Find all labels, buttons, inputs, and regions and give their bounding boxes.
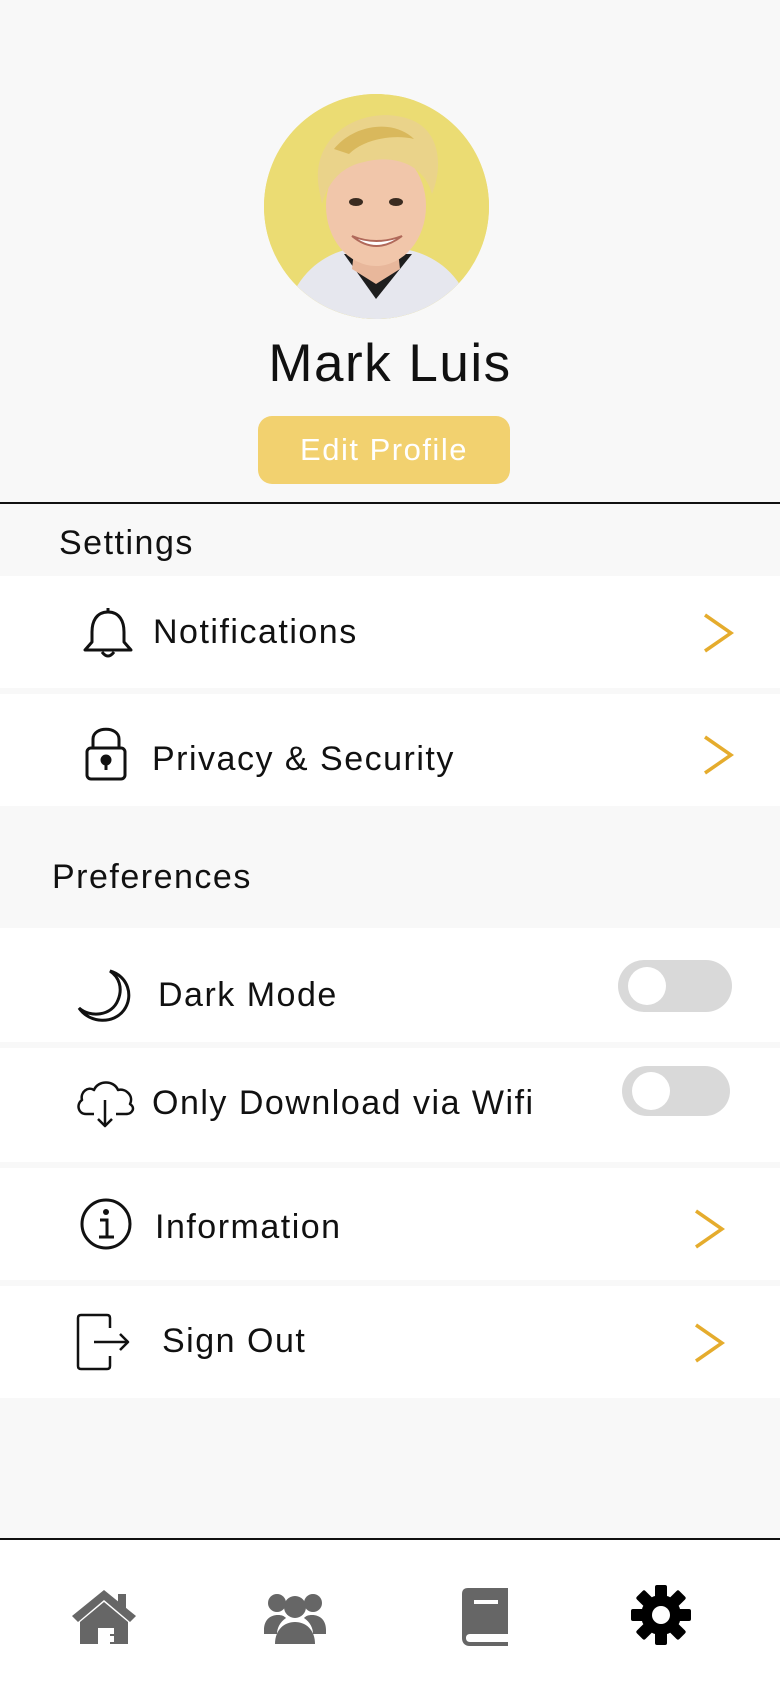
chevron-right-icon <box>702 734 735 781</box>
privacy-security-label: Privacy & Security <box>152 740 455 778</box>
bell-icon <box>82 604 134 667</box>
dark-mode-row: Dark Mode <box>0 928 780 1042</box>
settings-section-title: Settings <box>59 524 194 562</box>
header-divider <box>0 502 780 504</box>
book-icon[interactable] <box>460 1586 510 1651</box>
cloud-download-icon <box>74 1078 136 1135</box>
chevron-right-icon <box>693 1208 726 1255</box>
edit-profile-button[interactable]: Edit Profile <box>258 416 510 484</box>
wifi-download-row: Only Download via Wifi <box>0 1048 780 1162</box>
information-row[interactable]: Information <box>0 1168 780 1280</box>
bottom-navigation-bar <box>0 1538 780 1688</box>
home-icon[interactable] <box>70 1588 138 1651</box>
dark-mode-label: Dark Mode <box>158 976 338 1014</box>
wifi-download-toggle[interactable] <box>622 1066 730 1116</box>
profile-settings-screen: Mark Luis Edit Profile Settings Notifica… <box>0 0 780 1688</box>
wifi-download-label: Only Download via Wifi <box>152 1084 535 1122</box>
users-icon[interactable] <box>262 1590 328 1649</box>
preferences-section-title: Preferences <box>52 858 252 896</box>
moon-icon <box>76 968 134 1029</box>
lock-icon <box>84 724 128 787</box>
chevron-right-icon <box>702 612 735 659</box>
profile-name: Mark Luis <box>268 334 512 393</box>
privacy-security-row[interactable]: Privacy & Security <box>0 694 780 806</box>
notifications-label: Notifications <box>153 613 358 651</box>
sign-out-icon <box>76 1312 132 1377</box>
toggle-knob <box>632 1072 670 1110</box>
toggle-knob <box>628 967 666 1005</box>
sign-out-label: Sign Out <box>162 1322 307 1360</box>
info-icon <box>80 1198 132 1255</box>
information-label: Information <box>155 1208 342 1246</box>
avatar[interactable] <box>264 94 489 319</box>
gear-icon[interactable] <box>630 1584 692 1651</box>
sign-out-row[interactable]: Sign Out <box>0 1286 780 1398</box>
notifications-row[interactable]: Notifications <box>0 576 780 688</box>
avatar-portrait-image <box>264 94 489 319</box>
dark-mode-toggle[interactable] <box>618 960 732 1012</box>
chevron-right-icon <box>693 1322 726 1369</box>
